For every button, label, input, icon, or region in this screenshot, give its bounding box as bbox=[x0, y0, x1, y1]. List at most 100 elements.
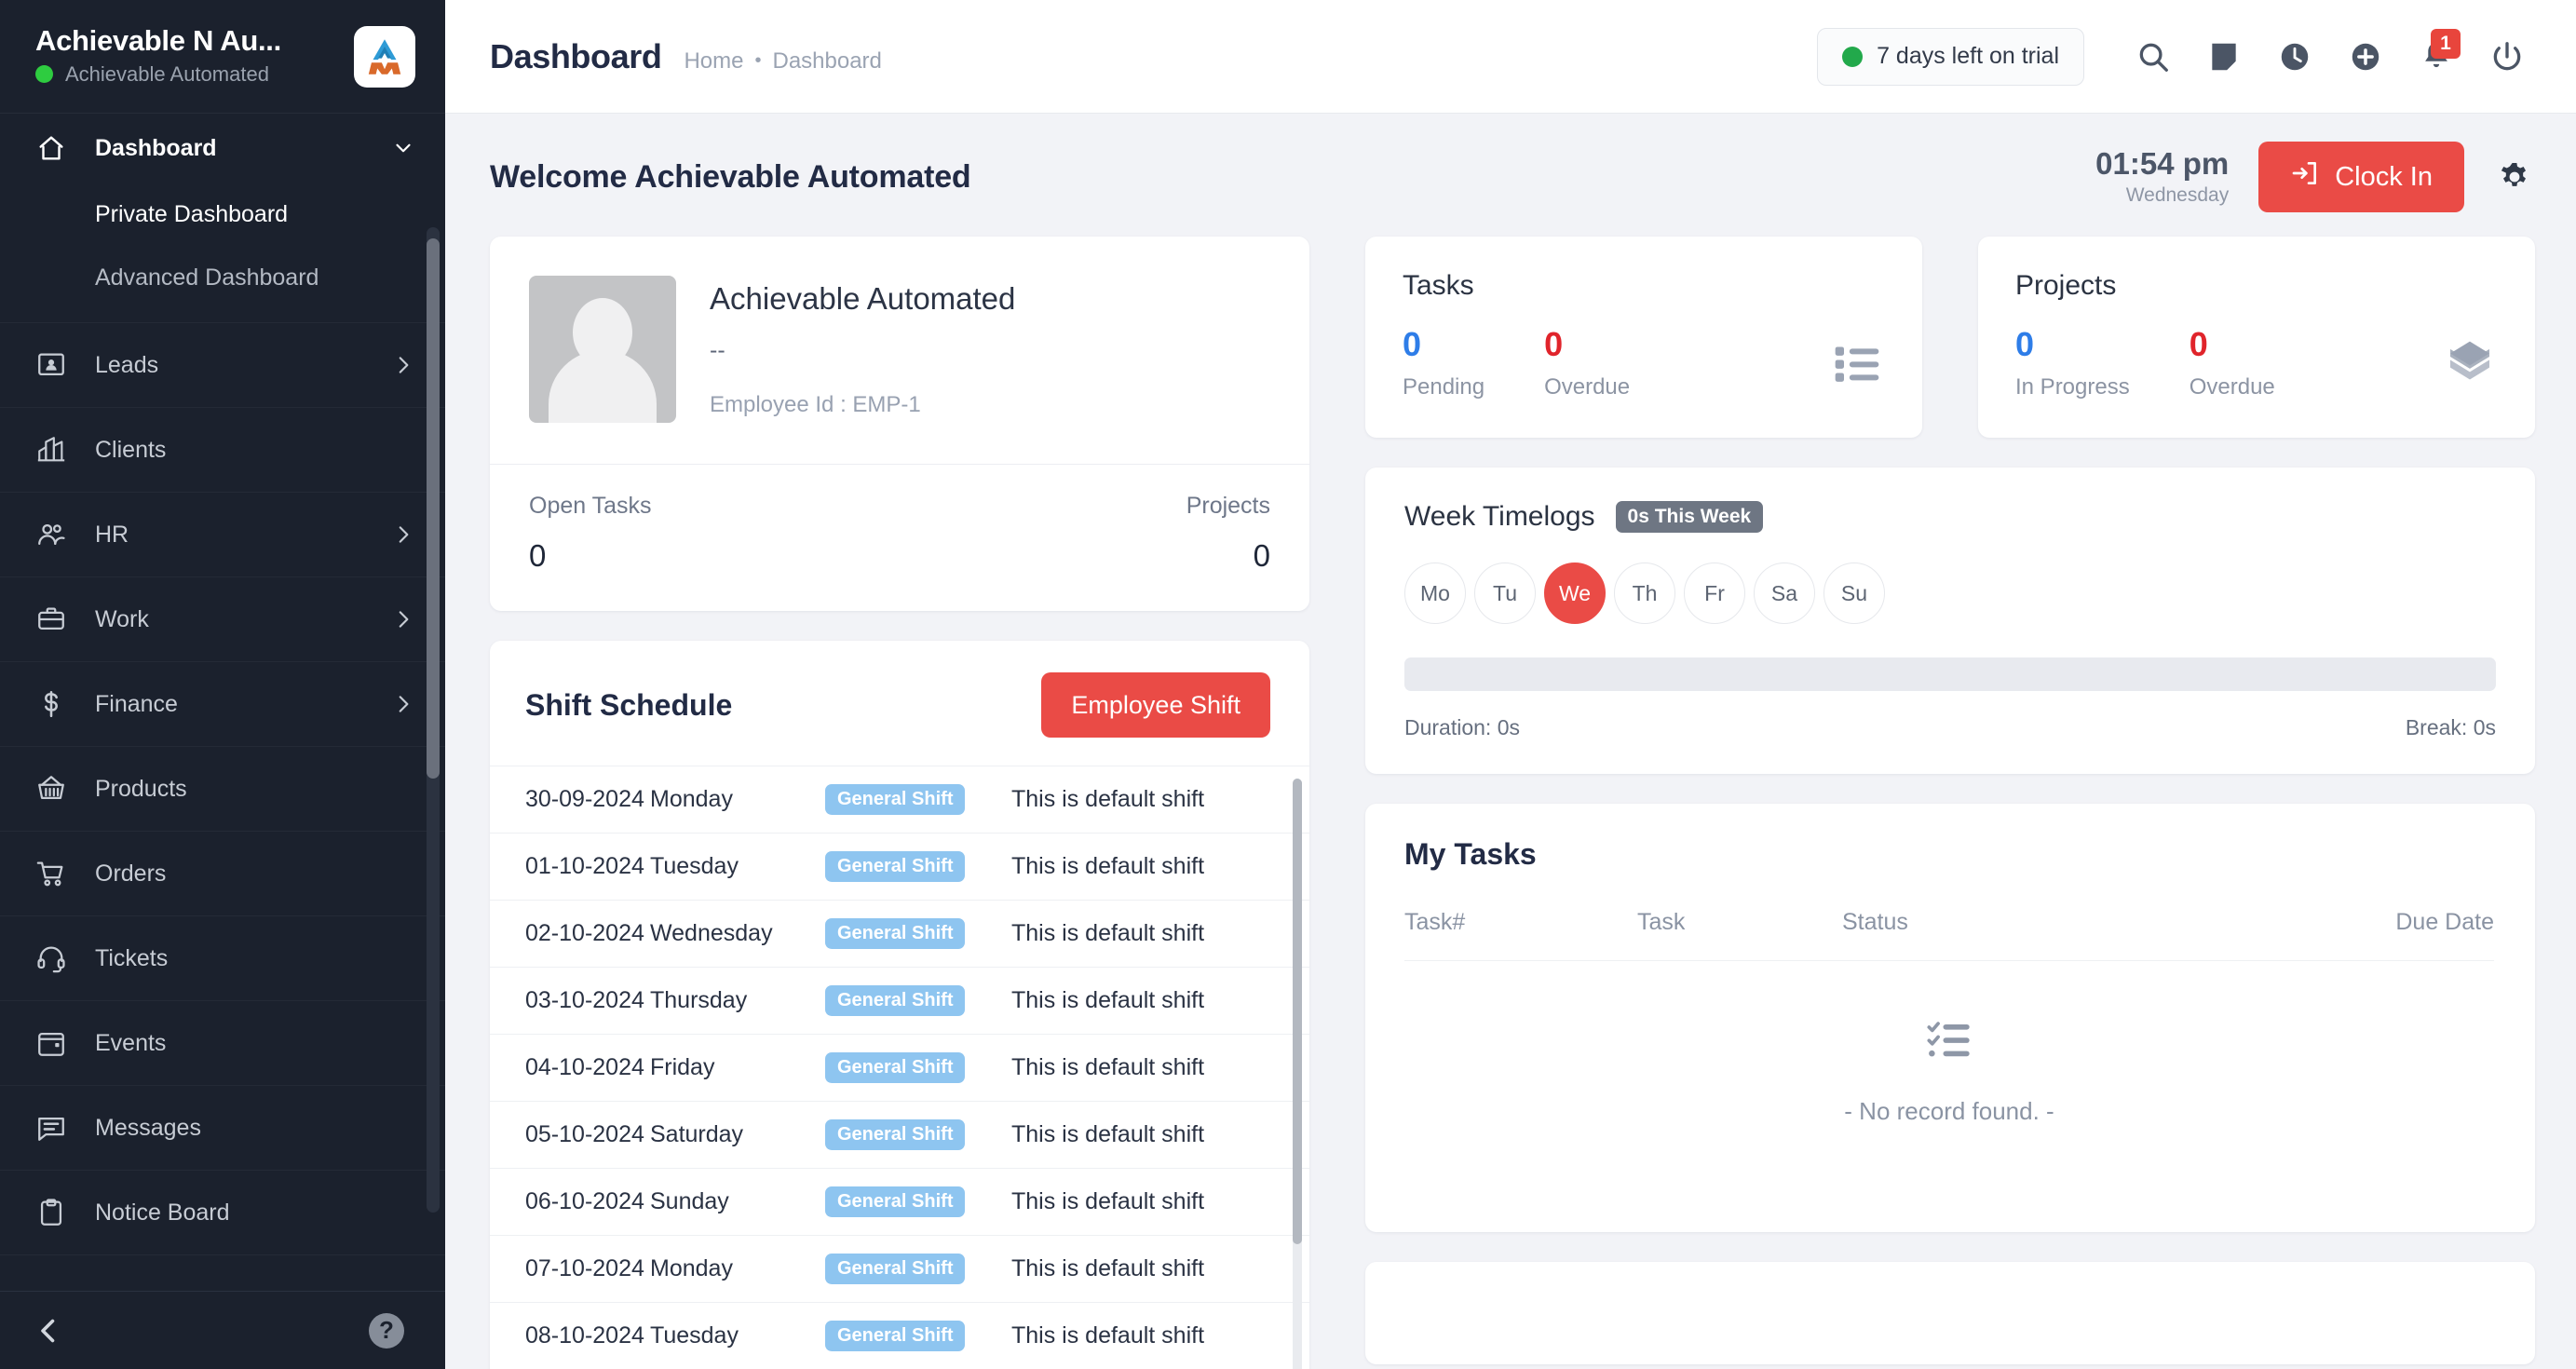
sidebar-item-orders[interactable]: Orders bbox=[0, 832, 445, 916]
note-icon bbox=[2206, 39, 2242, 75]
shift-scrollbar-track[interactable] bbox=[1293, 779, 1302, 1369]
shift-day: Monday bbox=[650, 1235, 825, 1303]
sidebar-scrollbar-track[interactable] bbox=[427, 227, 440, 1213]
sidebar-item-events[interactable]: Events bbox=[0, 1001, 445, 1086]
table-row[interactable]: 05-10-2024 Saturday General Shift This i… bbox=[490, 1101, 1309, 1169]
sidebar-item-products[interactable]: Products bbox=[0, 747, 445, 832]
dashboard-grid: Achievable Automated -- Employee Id : EM… bbox=[490, 237, 2535, 1369]
welcome-actions: 01:54 pm Wednesday Clock In bbox=[2095, 142, 2535, 212]
sidebar-item-label: Messages bbox=[95, 1114, 201, 1141]
app-logo-icon bbox=[354, 25, 415, 88]
current-time: 01:54 pm bbox=[2095, 145, 2230, 181]
week-day-th[interactable]: Th bbox=[1614, 563, 1675, 624]
chat-icon bbox=[35, 1112, 67, 1144]
sidebar-item-notice-board[interactable]: Notice Board bbox=[0, 1171, 445, 1255]
trial-status-badge[interactable]: 7 days left on trial bbox=[1817, 27, 2084, 86]
table-row[interactable]: 04-10-2024 Friday General Shift This is … bbox=[490, 1034, 1309, 1102]
sidebar-item-private-dashboard[interactable]: Private Dashboard bbox=[0, 183, 445, 246]
table-row[interactable]: 06-10-2024 Sunday General Shift This is … bbox=[490, 1168, 1309, 1236]
summary-cards-row: Tasks 0 Pending 0 Overdue Projects 0 In … bbox=[1365, 237, 2535, 438]
chevron-right-icon[interactable] bbox=[391, 607, 415, 631]
sidebar-item-leads[interactable]: Leads bbox=[0, 323, 445, 408]
home-icon bbox=[35, 132, 67, 164]
shift-scrollbar-thumb[interactable] bbox=[1293, 779, 1302, 1244]
stat-open-tasks: Open Tasks 0 bbox=[529, 493, 652, 574]
search-button[interactable] bbox=[2118, 21, 2189, 92]
chevron-left-icon[interactable] bbox=[32, 1314, 65, 1348]
app-root: Achievable N Au... Achievable Automated bbox=[0, 0, 2576, 1369]
topbar: Dashboard Home • Dashboard 7 days left o… bbox=[445, 0, 2576, 114]
week-day-tu[interactable]: Tu bbox=[1474, 563, 1536, 624]
shift-badge-cell: General Shift bbox=[825, 900, 1011, 968]
projects-overdue-label: Overdue bbox=[2189, 374, 2275, 400]
shift-badge-cell: General Shift bbox=[825, 1168, 1011, 1236]
briefcase-icon bbox=[35, 603, 67, 635]
shift-badge-cell: General Shift bbox=[825, 833, 1011, 901]
sidebar-subnav-dashboard: Private Dashboard Advanced Dashboard bbox=[0, 183, 445, 323]
week-day-we[interactable]: We bbox=[1544, 563, 1606, 624]
sidebar-item-work[interactable]: Work bbox=[0, 577, 445, 662]
clock-in-button[interactable]: Clock In bbox=[2258, 142, 2464, 212]
table-row[interactable]: 30-09-2024 Monday General Shift This is … bbox=[490, 766, 1309, 834]
sidebar-brand[interactable]: Achievable N Au... Achievable Automated bbox=[0, 0, 445, 114]
shift-day: Friday bbox=[650, 1034, 825, 1102]
table-row[interactable]: 07-10-2024 Monday General Shift This is … bbox=[490, 1235, 1309, 1303]
breadcrumb-home[interactable]: Home bbox=[684, 48, 743, 75]
timer-button[interactable] bbox=[2259, 21, 2330, 92]
week-day-sa[interactable]: Sa bbox=[1754, 563, 1815, 624]
notes-button[interactable] bbox=[2189, 21, 2259, 92]
sidebar-item-messages[interactable]: Messages bbox=[0, 1086, 445, 1171]
timelog-progress-bar bbox=[1404, 657, 2496, 691]
profile-employee-id: Employee Id : EMP-1 bbox=[710, 392, 921, 417]
chevron-right-icon[interactable] bbox=[391, 522, 415, 547]
status-badge: General Shift bbox=[825, 1321, 966, 1351]
help-icon[interactable]: ? bbox=[369, 1312, 404, 1349]
projects-inprogress-stat: 0 In Progress bbox=[2015, 328, 2130, 400]
sidebar-item-finance[interactable]: Finance bbox=[0, 662, 445, 747]
table-row[interactable]: 03-10-2024 Thursday General Shift This i… bbox=[490, 967, 1309, 1035]
stat-label: Open Tasks bbox=[529, 493, 652, 519]
welcome-row: Welcome Achievable Automated 01:54 pm We… bbox=[490, 114, 2535, 237]
tasks-overdue-stat: 0 Overdue bbox=[1544, 328, 1630, 400]
shift-schedule-title: Shift Schedule bbox=[525, 687, 733, 722]
add-button[interactable] bbox=[2330, 21, 2401, 92]
people-icon bbox=[35, 519, 67, 550]
projects-overdue-stat: 0 Overdue bbox=[2190, 328, 2275, 400]
notifications-button[interactable]: 1 bbox=[2401, 21, 2472, 92]
shift-date: 08-10-2024 bbox=[490, 1302, 650, 1369]
building-icon bbox=[35, 434, 67, 466]
chevron-down-icon[interactable] bbox=[391, 136, 415, 160]
week-day-su[interactable]: Su bbox=[1824, 563, 1885, 624]
sidebar-item-advanced-dashboard[interactable]: Advanced Dashboard bbox=[0, 246, 445, 309]
sidebar-subitem-label: Private Dashboard bbox=[95, 200, 289, 227]
tasks-card-stats: 0 Pending 0 Overdue bbox=[1403, 328, 1885, 400]
employee-shift-button[interactable]: Employee Shift bbox=[1041, 672, 1270, 738]
timelog-summary: Duration: 0s Break: 0s bbox=[1404, 715, 2496, 740]
trial-dot-icon bbox=[1842, 46, 1864, 67]
sidebar-item-hr[interactable]: HR bbox=[0, 493, 445, 577]
my-tasks-title: My Tasks bbox=[1404, 837, 1537, 871]
sidebar-item-dashboard[interactable]: Dashboard bbox=[0, 114, 445, 183]
gear-icon[interactable] bbox=[2494, 156, 2535, 197]
sidebar-item-tickets[interactable]: Tickets bbox=[0, 916, 445, 1001]
shift-desc: This is default shift bbox=[1011, 1101, 1309, 1169]
table-row[interactable]: 02-10-2024 Wednesday General Shift This … bbox=[490, 900, 1309, 968]
profile-info: Achievable Automated -- Employee Id : EM… bbox=[710, 276, 1015, 418]
week-day-fr[interactable]: Fr bbox=[1684, 563, 1745, 624]
sidebar-nav-scroll[interactable]: Dashboard Private Dashboard Advanced Das… bbox=[0, 114, 445, 1291]
table-row[interactable]: 01-10-2024 Tuesday General Shift This is… bbox=[490, 833, 1309, 901]
checklist-icon bbox=[1404, 1015, 2494, 1064]
table-row[interactable]: 08-10-2024 Tuesday General Shift This is… bbox=[490, 1302, 1309, 1369]
plus-circle-icon bbox=[2348, 39, 2383, 75]
left-column: Achievable Automated -- Employee Id : EM… bbox=[490, 237, 1309, 1369]
chevron-right-icon[interactable] bbox=[391, 353, 415, 377]
week-day-mo[interactable]: Mo bbox=[1404, 563, 1466, 624]
profile-header: Achievable Automated -- Employee Id : EM… bbox=[490, 237, 1309, 464]
logout-button[interactable] bbox=[2472, 21, 2542, 92]
sidebar-scrollbar-thumb[interactable] bbox=[427, 238, 440, 779]
chevron-right-icon[interactable] bbox=[391, 692, 415, 716]
topbar-left: Dashboard Home • Dashboard bbox=[490, 37, 882, 76]
basket-icon bbox=[35, 773, 67, 805]
status-badge: General Shift bbox=[825, 985, 966, 1016]
sidebar-item-clients[interactable]: Clients bbox=[0, 408, 445, 493]
